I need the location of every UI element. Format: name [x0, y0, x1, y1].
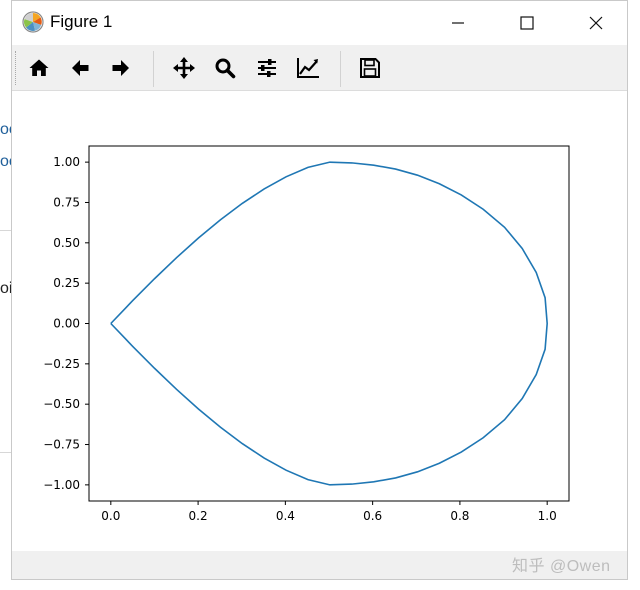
arrow-left-icon: [72, 60, 89, 76]
x-tick-label: 1.0: [538, 509, 557, 523]
x-tick-label: 0.4: [276, 509, 295, 523]
sliders-icon: [258, 59, 276, 77]
x-tick-label: 0.2: [189, 509, 208, 523]
matplotlib-logo-icon: [22, 11, 44, 33]
floppy-disk-icon: [360, 58, 380, 78]
y-tick-label: 0.00: [53, 317, 80, 331]
x-tick-label: 0.0: [101, 509, 120, 523]
toolbar-separator: [340, 51, 341, 87]
home-icon: [29, 59, 49, 76]
close-button[interactable]: [573, 1, 619, 45]
forward-button[interactable]: [106, 53, 136, 83]
figure-canvas[interactable]: 0.0 0.2 0.4 0.6 0.8 1.0 1.00 0.75 0.50 0.25 0.00 −0…: [12, 91, 627, 551]
title-bar[interactable]: Figure 1: [12, 1, 627, 45]
line-chart-icon: [297, 58, 319, 78]
y-tick-label: 1.00: [53, 155, 80, 169]
maximize-button[interactable]: [504, 1, 550, 45]
save-button[interactable]: [355, 53, 385, 83]
home-button[interactable]: [24, 53, 54, 83]
y-tick-label: −0.75: [43, 438, 80, 452]
toolbar-grip[interactable]: [15, 51, 18, 85]
configure-subplots-button[interactable]: [252, 53, 282, 83]
y-tick-label: −0.25: [43, 357, 80, 371]
maximize-icon: [520, 16, 534, 30]
minimize-button[interactable]: [435, 1, 481, 45]
back-button[interactable]: [65, 53, 95, 83]
y-tick-label: 0.50: [53, 236, 80, 250]
y-tick-label: 0.75: [53, 195, 80, 209]
navigation-toolbar: [12, 45, 627, 91]
y-tick-label: −0.50: [43, 397, 80, 411]
plot-area[interactable]: 0.0 0.2 0.4 0.6 0.8 1.0 1.00 0.75 0.50 0.25 0.00 −0…: [12, 91, 627, 551]
zoom-button[interactable]: [210, 53, 240, 83]
y-tick-label: 0.25: [53, 276, 80, 290]
figure-window: Figure 1 0.0 0.2 0.4 0.6 0.8 1.0 1.00 0.…: [11, 0, 628, 580]
y-tick-label: −1.00: [43, 478, 80, 492]
arrow-right-icon: [112, 60, 129, 76]
edit-axis-button[interactable]: [293, 53, 323, 83]
toolbar-separator: [153, 51, 154, 87]
close-icon: [589, 16, 603, 30]
magnifier-icon: [215, 58, 236, 79]
data-line: [110, 161, 548, 486]
x-tick-label: 0.8: [450, 509, 469, 523]
watermark: 知乎 @Owen: [512, 558, 611, 575]
x-tick-label: 0.6: [363, 509, 382, 523]
window-title: Figure 1: [50, 12, 113, 31]
move-icon: [173, 57, 195, 79]
minimize-icon: [452, 22, 464, 24]
axes-frame: [88, 145, 570, 502]
pan-button[interactable]: [169, 53, 199, 83]
